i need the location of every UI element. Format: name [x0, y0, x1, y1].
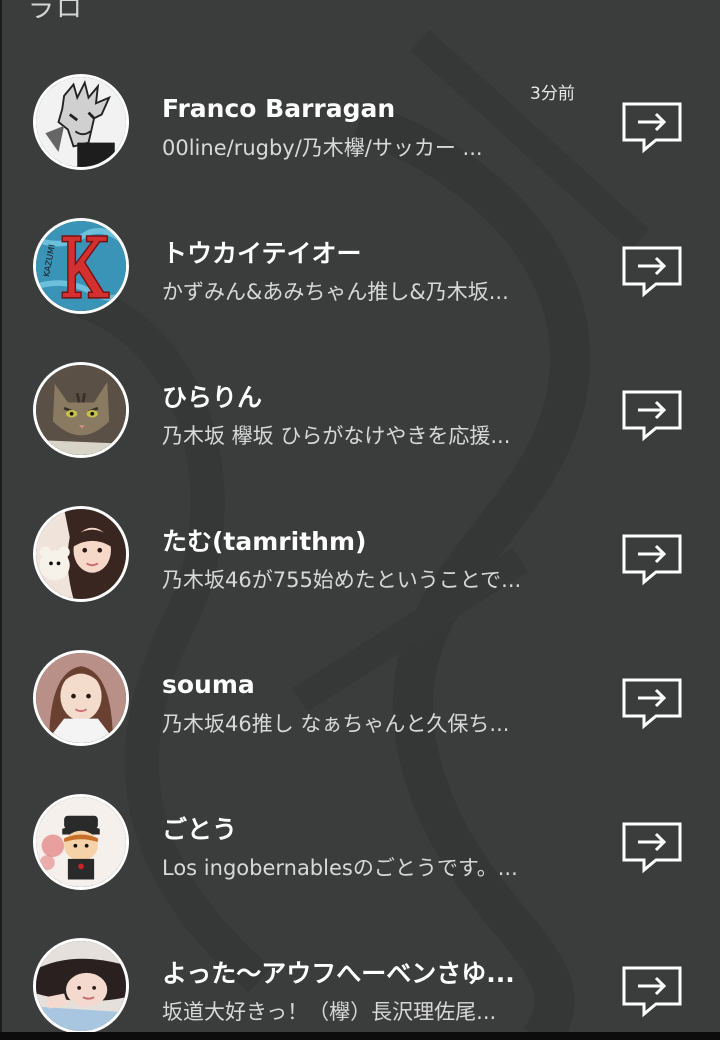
user-name: よった〜アウフへーベンさゆ... [162, 959, 515, 988]
avatar[interactable] [33, 362, 129, 458]
avatar-manga-image [36, 77, 126, 167]
list-item[interactable]: よった〜アウフへーベンさゆ... 坂道大好きっ！（欅）長沢理佐尾... [0, 914, 720, 1040]
message-forward-icon [622, 822, 682, 874]
user-bio: 00line/rugby/乃木欅/サッカー ... [162, 136, 483, 160]
avatar[interactable] [33, 938, 129, 1034]
user-bio: 坂道大好きっ！（欅）長沢理佐尾... [162, 1000, 497, 1024]
avatar-girl-selfie-image [36, 653, 126, 743]
avatar[interactable] [33, 794, 129, 890]
user-list-screen: ラロ Franco Barragan 00line/rugby/乃木欅/サッカー… [0, 0, 720, 1040]
user-name: たむ(tamrithm) [162, 527, 367, 556]
message-forward-icon [622, 966, 682, 1018]
message-button[interactable] [620, 100, 684, 154]
message-forward-icon [622, 678, 682, 730]
avatar-girl-lying-image [36, 941, 126, 1031]
message-button[interactable] [620, 244, 684, 298]
message-forward-icon [622, 534, 682, 586]
avatar[interactable] [33, 74, 129, 170]
avatar[interactable] [33, 506, 129, 602]
timestamp: 3分前 [530, 84, 575, 104]
user-bio: 乃木坂46推し なぁちゃんと久保ち... [162, 712, 510, 736]
avatar-cat-image [36, 365, 126, 455]
user-name: ごとう [162, 815, 238, 844]
screen-edge-left [0, 0, 2, 1040]
avatar-cartoon-image [36, 797, 126, 887]
list-item[interactable]: たむ(tamrithm) 乃木坂46が755始めたということで... [0, 482, 720, 626]
header-partial-label: ラロ [28, 0, 85, 24]
message-forward-icon [622, 246, 682, 298]
user-bio: 乃木坂46が755始めたということで... [162, 568, 522, 592]
message-button[interactable] [620, 532, 684, 586]
list-item[interactable]: ひらりん 乃木坂 欅坂 ひらがなけやきを応援... [0, 338, 720, 482]
user-name: souma [162, 670, 255, 699]
user-bio: かずみん&あみちゃん推し&乃木坂... [162, 280, 509, 304]
avatar[interactable]: KAZUMI [33, 218, 129, 314]
user-name: トウカイテイオー [162, 239, 362, 268]
user-name: ひらりん [162, 383, 263, 412]
user-name: Franco Barragan [162, 94, 396, 123]
avatar-letter-k-image: KAZUMI [36, 221, 126, 311]
screen-edge-bottom [0, 1032, 720, 1040]
list-item[interactable]: ごとう Los ingobernablesのごとうです。... [0, 770, 720, 914]
message-forward-icon [622, 102, 682, 154]
list-item[interactable]: souma 乃木坂46推し なぁちゃんと久保ち... [0, 626, 720, 770]
message-forward-icon [622, 390, 682, 442]
message-button[interactable] [620, 388, 684, 442]
list-item[interactable]: KAZUMI トウカイテイオー かずみん&あみちゃん推し&乃木坂... [0, 194, 720, 338]
message-button[interactable] [620, 676, 684, 730]
avatar-girl-bear-image [36, 509, 126, 599]
message-button[interactable] [620, 820, 684, 874]
message-button[interactable] [620, 964, 684, 1018]
list-item[interactable]: Franco Barragan 00line/rugby/乃木欅/サッカー ..… [0, 50, 720, 194]
user-bio: Los ingobernablesのごとうです。... [162, 856, 518, 880]
user-bio: 乃木坂 欅坂 ひらがなけやきを応援... [162, 424, 511, 448]
avatar[interactable] [33, 650, 129, 746]
